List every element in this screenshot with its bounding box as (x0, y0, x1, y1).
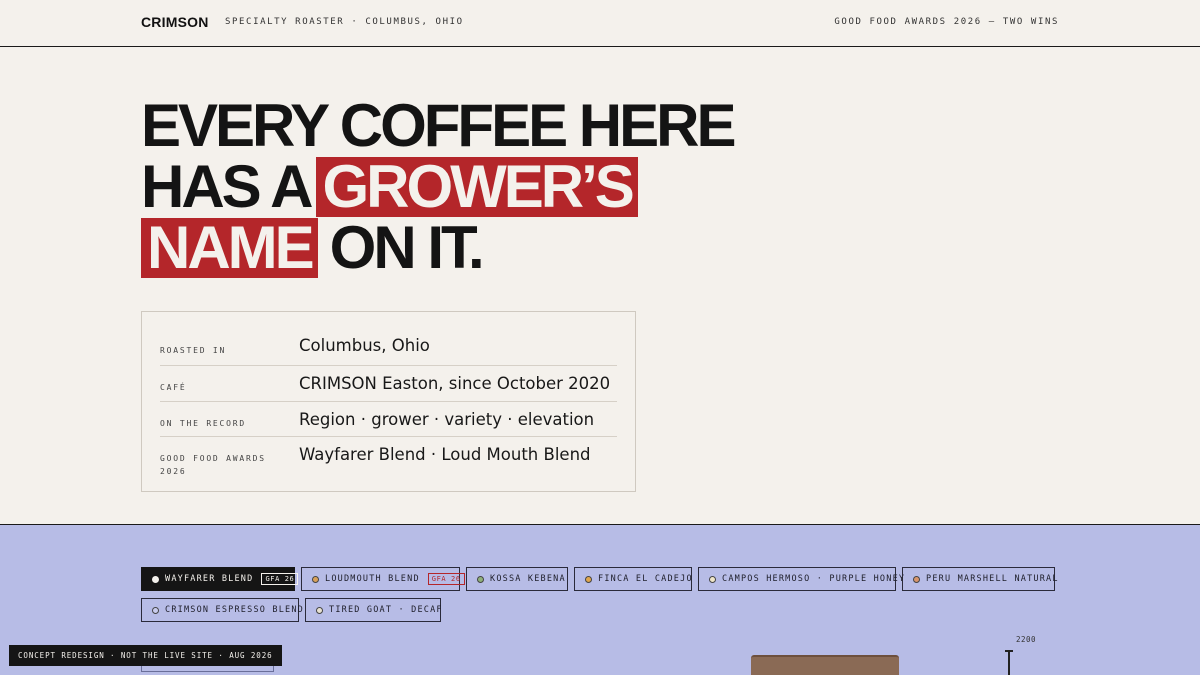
award-badge: GFA 26 (427, 573, 465, 585)
headline-tail: ON IT. (329, 214, 485, 281)
coffee-chip[interactable]: CRIMSON ESPRESSO BLEND (141, 598, 303, 622)
headline-line-3: NAME ON IT. (141, 218, 733, 279)
coffee-dot-icon (913, 575, 920, 583)
fact-key: ON THE RECORD (160, 418, 247, 428)
coffee-chip-label: WAYFARER BLEND (165, 574, 254, 584)
elevation-scale-label: 2200 (1016, 635, 1037, 644)
fact-key: GOOD FOOD AWARDS 2026 (160, 454, 266, 476)
brand-logo[interactable]: CRIMSON (141, 14, 209, 30)
awards-note: GOOD FOOD AWARDS 2026 — TWO WINS (834, 17, 1059, 27)
coffee-dot-icon (709, 575, 716, 583)
headline-line-2: HAS A GROWER’S (141, 157, 733, 218)
coffee-chip-label: LOUDMOUTH BLEND (325, 574, 420, 584)
coffee-chip-label: FINCA EL CADEJO (598, 574, 693, 584)
coffee-chip-label: KOSSA KEBENA (490, 574, 566, 584)
coffee-chip-label: TIRED GOAT · DECAF (329, 605, 443, 615)
elevation-scale-line (1008, 650, 1010, 675)
coffee-dot-icon (585, 575, 592, 583)
coffee-chip-label: PERU MARSHELL NATURAL (926, 574, 1059, 584)
coffee-chip-label: CAMPOS HERMOSO · PURPLE HONEY (722, 574, 906, 584)
site-header: CRIMSON SPECIALTY ROASTER · COLUMBUS, OH… (0, 0, 1200, 47)
coffee-dot-icon (152, 606, 159, 614)
fact-value: Columbus, Ohio (299, 336, 430, 355)
coffee-chip[interactable]: CAMPOS HERMOSO · PURPLE HONEY (698, 567, 904, 591)
fact-value: CRIMSON Easton, since October 2020 (299, 374, 611, 393)
fact-row: ON THE RECORD Region · grower · variety ·… (160, 402, 617, 437)
concept-redesign-notice: CONCEPT REDESIGN · NOT THE LIVE SITE · A… (9, 645, 282, 666)
award-badge: GFA 26 (261, 573, 299, 585)
coffee-dot-icon (312, 575, 319, 583)
coffee-chip[interactable]: PERU MARSHELL NATURAL (902, 567, 1057, 591)
coffee-chip-label: CRIMSON ESPRESSO BLEND (165, 605, 304, 615)
hero-headline: EVERY COFFEE HERE HAS A GROWER’S NAME ON I… (141, 92, 736, 279)
headline-highlight-grower: GROWER’S (316, 157, 638, 217)
headline-lead: HAS A (141, 153, 313, 220)
coffee-chip[interactable]: TIRED GOAT · DECAF (305, 598, 443, 622)
headline-line-1: EVERY COFFEE HERE (141, 92, 736, 159)
fact-key: ROASTED IN (160, 346, 227, 355)
elevation-scale-tick (1005, 650, 1013, 652)
facts-card: ROASTED IN Columbus, Ohio CAFÉ CRIMSON East… (141, 311, 636, 492)
headline-highlight-name: NAME (141, 218, 318, 278)
coffee-chip[interactable]: KOSSA KEBENA (466, 567, 568, 591)
coffee-chip[interactable]: LOUDMOUTH BLEND GFA 26 (301, 567, 465, 591)
fact-row: GOOD FOOD AWARDS 2026 Wayfarer Blend · Lo… (160, 437, 617, 489)
coffee-dot-icon (152, 575, 159, 583)
coffee-dot-icon (316, 606, 323, 614)
tagline: SPECIALTY ROASTER · COLUMBUS, OHIO (225, 17, 464, 27)
fact-row: CAFÉ CRIMSON Easton, since October 2020 (160, 366, 617, 402)
coffee-chip[interactable]: FINCA EL CADEJO (574, 567, 692, 591)
fact-value: Wayfarer Blend · Loud Mouth Blend (299, 445, 591, 464)
coffee-chip[interactable]: WAYFARER BLEND GFA 26 (141, 567, 299, 591)
coffee-bag-image (751, 655, 899, 675)
fact-value: Region · grower · variety · elevation (299, 409, 595, 429)
fact-row: ROASTED IN Columbus, Ohio (160, 330, 617, 366)
fact-key: CAFÉ (160, 383, 187, 392)
coffee-dot-icon (477, 575, 484, 583)
